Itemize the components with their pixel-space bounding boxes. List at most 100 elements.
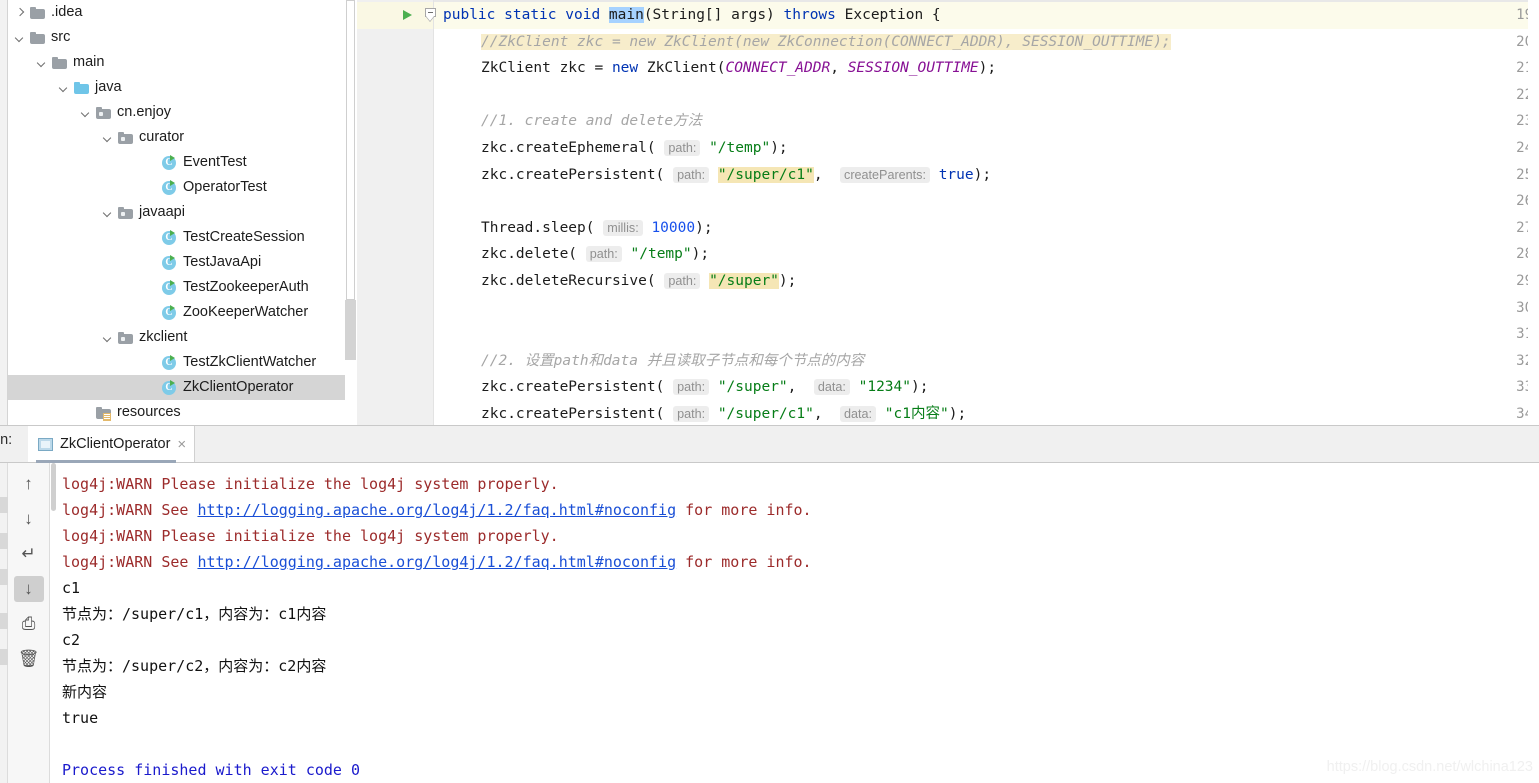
tree-item--idea[interactable]: .idea <box>8 0 345 25</box>
chevron-down-icon[interactable] <box>102 331 115 344</box>
tree-item-zkclient[interactable]: zkclient <box>8 325 345 350</box>
param-hint: path: <box>673 379 710 396</box>
tree-item-resources[interactable]: resources <box>8 400 345 425</box>
chevron-down-icon[interactable] <box>58 81 71 94</box>
tree-item-eventtest[interactable]: C EventTest <box>8 150 345 175</box>
code-line[interactable]: zkc.createPersistent( path: "/super", da… <box>481 374 928 401</box>
tree-item-zookeeperwatcher[interactable]: C ZooKeeperWatcher <box>8 300 345 325</box>
param-hint: path: <box>673 166 710 183</box>
console-link[interactable]: http://logging.apache.org/log4j/1.2/faq.… <box>197 501 676 519</box>
console-link[interactable]: http://logging.apache.org/log4j/1.2/faq.… <box>197 553 676 571</box>
console-output[interactable]: log4j:WARN Please initialize the log4j s… <box>51 463 1539 783</box>
code-line[interactable]: //1. create and delete方法 <box>481 108 702 135</box>
tree-item-testzookeeperauth[interactable]: C TestZookeeperAuth <box>8 275 345 300</box>
line-number: 30 <box>1516 299 1533 316</box>
chevron-down-icon[interactable] <box>14 31 27 44</box>
tree-item-cn-enjoy[interactable]: cn.enjoy <box>8 100 345 125</box>
code-line[interactable]: zkc.deleteRecursive( path: "/super"); <box>481 268 796 295</box>
console-line: 节点为：/super/c1，内容为：c1内容 <box>62 601 326 627</box>
param-hint: path: <box>585 246 622 263</box>
code-line[interactable]: zkc.createPersistent( path: "/super/c1",… <box>481 162 991 189</box>
code-line[interactable]: //ZkClient zkc = new ZkClient(new ZkConn… <box>481 29 1171 56</box>
gutter-divider <box>433 0 434 425</box>
chevron-down-icon[interactable] <box>102 206 115 219</box>
param-hint: data: <box>840 406 877 422</box>
tree-item-label: TestZookeeperAuth <box>183 279 309 295</box>
param-hint: millis: <box>603 219 643 236</box>
print-button[interactable]: ⎙ <box>14 611 44 637</box>
scrollbar-track-upper[interactable] <box>346 0 355 300</box>
code-line[interactable]: public static void main(String[] args) t… <box>443 2 941 29</box>
tree-item-label: TestZkClientWatcher <box>183 354 317 370</box>
java-class-icon: C <box>162 380 177 395</box>
watermark: https://blog.csdn.net/wlchina123 <box>1326 759 1533 775</box>
left-tool-strip[interactable] <box>0 0 8 425</box>
code-line[interactable]: zkc.delete( path: "/temp"); <box>481 241 709 268</box>
tree-item-java[interactable]: java <box>8 75 345 100</box>
console-text: 新内容 <box>62 683 108 701</box>
tree-item-testjavaapi[interactable]: C TestJavaApi <box>8 250 345 275</box>
code-line[interactable]: zkc.createPersistent( path: "/super/c1",… <box>481 401 966 425</box>
tree-item-label: TestJavaApi <box>183 254 262 270</box>
no-twisty <box>146 306 159 319</box>
chevron-down-icon[interactable] <box>36 56 49 69</box>
line-number: 33 <box>1516 379 1533 396</box>
java-class-icon: C <box>162 180 177 195</box>
console-line: 新内容 <box>62 679 107 705</box>
console-line: log4j:WARN Please initialize the log4j s… <box>62 471 559 497</box>
line-number: 29 <box>1516 273 1533 289</box>
tree-item-label: OperatorTest <box>183 179 267 195</box>
tree-item-main[interactable]: main <box>8 50 345 75</box>
tree-item-curator[interactable]: curator <box>8 125 345 150</box>
code-line[interactable]: zkc.createEphemeral( path: "/temp"); <box>481 135 788 162</box>
tree-item-label: ZooKeeperWatcher <box>183 304 309 320</box>
console-text: log4j:WARN Please initialize the log4j s… <box>62 475 559 493</box>
param-hint: path: <box>664 273 701 289</box>
line-number: 21 <box>1516 60 1533 77</box>
tree-item-src[interactable]: src <box>8 25 345 50</box>
console-icon <box>38 437 53 451</box>
console-text: c1 <box>62 579 81 597</box>
scrollbar-thumb[interactable] <box>345 300 356 360</box>
tree-item-label: src <box>51 29 71 45</box>
project-tree[interactable]: .idea src main java cn.enjoy curator C EventTes… <box>8 0 345 425</box>
chevron-down-icon[interactable] <box>80 106 93 119</box>
editor-marker-bar[interactable] <box>1528 0 1539 425</box>
idea-window: .idea src main java cn.enjoy curator C EventTes… <box>0 0 1539 783</box>
tree-item-testcreatesession[interactable]: C TestCreateSession <box>8 225 345 250</box>
tree-item-testzkclientwatcher[interactable]: C TestZkClientWatcher <box>8 350 345 375</box>
java-class-icon: C <box>162 230 177 245</box>
scroll-to-end-button[interactable]: ↓ <box>13 576 44 602</box>
code-fold-icon[interactable] <box>425 8 437 22</box>
no-twisty <box>146 356 159 369</box>
run-tab-zkclientoperator[interactable]: ZkClientOperator × <box>28 426 196 462</box>
console-toolbar[interactable]: ↑ ↓ ↵ ↓ ⎙ 🗑 <box>8 463 50 783</box>
code-line[interactable]: Thread.sleep( millis: 10000); <box>481 215 713 242</box>
prev-occurrence-button[interactable]: ↑ <box>14 471 44 497</box>
project-tree-scrollbar[interactable] <box>345 0 356 425</box>
chevron-down-icon[interactable] <box>102 131 115 144</box>
code-editor[interactable]: 19 20 21 22 23 24 25 26 27 28 29 30 31 32 33 34 public … <box>357 0 1539 425</box>
run-left-strip[interactable] <box>0 463 8 783</box>
param-hint: path: <box>673 406 710 422</box>
param-hint: data: <box>813 379 850 396</box>
close-icon[interactable]: × <box>177 437 186 452</box>
soft-wrap-button[interactable]: ↵ <box>14 541 44 567</box>
no-twisty <box>80 406 93 419</box>
line-number: 34 <box>1516 406 1533 422</box>
clear-all-button[interactable]: 🗑 <box>14 646 44 672</box>
next-occurrence-button[interactable]: ↓ <box>14 506 44 532</box>
editor-gutter[interactable] <box>357 0 433 425</box>
chevron-right-icon[interactable] <box>14 6 27 19</box>
code-line[interactable]: ZkClient zkc = new ZkClient(CONNECT_ADDR… <box>481 55 996 82</box>
tree-item-operatortest[interactable]: C OperatorTest <box>8 175 345 200</box>
code-line[interactable]: //2. 设置path和data 并且读取子节点和每个节点的内容 <box>481 348 864 375</box>
top-area: .idea src main java cn.enjoy curator C EventTes… <box>0 0 1539 425</box>
console-line: log4j:WARN See http://logging.apache.org… <box>62 497 812 523</box>
run-gutter-icon[interactable] <box>403 10 412 20</box>
package-icon <box>118 206 133 219</box>
tree-item-zkclientoperator[interactable]: C ZkClientOperator <box>8 375 345 400</box>
console-scrollbar[interactable] <box>51 463 57 783</box>
tree-item-javaapi[interactable]: javaapi <box>8 200 345 225</box>
line-number: 20 <box>1516 33 1533 50</box>
